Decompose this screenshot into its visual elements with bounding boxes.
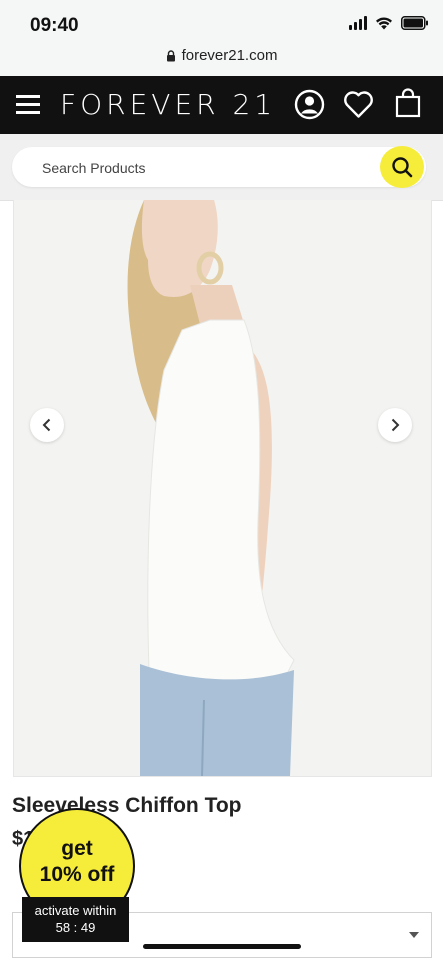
product-title: Sleeveless Chiffon Top — [12, 794, 242, 817]
promo-line-2: 10% off — [39, 863, 115, 886]
menu-icon[interactable] — [16, 95, 40, 115]
url-text: forever21.com — [181, 47, 278, 64]
promo-timer-label: activate within — [34, 903, 117, 918]
product-photo — [14, 200, 431, 776]
product-image[interactable] — [13, 200, 432, 777]
brand-logo[interactable]: FOREVER 21 — [60, 88, 276, 121]
promo-line-1: get — [61, 837, 93, 860]
home-indicator[interactable] — [143, 944, 301, 949]
carousel-prev-button[interactable] — [30, 408, 64, 442]
search-box — [12, 147, 426, 189]
promo-timer-value: 58 : 49 — [55, 920, 96, 935]
account-icon[interactable] — [294, 89, 325, 120]
promo-countdown[interactable]: activate within 58 : 49 — [22, 897, 129, 942]
carousel-next-button[interactable] — [378, 408, 412, 442]
search-icon — [392, 157, 413, 178]
heart-icon[interactable] — [343, 90, 374, 119]
status-icons — [349, 16, 429, 30]
wifi-icon — [376, 17, 392, 30]
status-bar: 09:40 — [0, 0, 443, 42]
chevron-right-icon — [391, 418, 400, 432]
bag-icon[interactable] — [395, 88, 421, 118]
search-bar-row — [0, 134, 443, 201]
browser-url-bar[interactable]: forever21.com — [0, 42, 443, 76]
site-header: FOREVER 21 — [0, 76, 443, 134]
search-button[interactable] — [380, 146, 424, 188]
search-input[interactable] — [40, 147, 364, 189]
caret-down-icon — [409, 932, 419, 938]
battery-icon — [401, 16, 428, 30]
status-time: 09:40 — [30, 15, 79, 36]
chevron-left-icon — [42, 418, 51, 432]
cellular-signal-icon — [349, 16, 367, 30]
lock-icon — [166, 50, 175, 62]
